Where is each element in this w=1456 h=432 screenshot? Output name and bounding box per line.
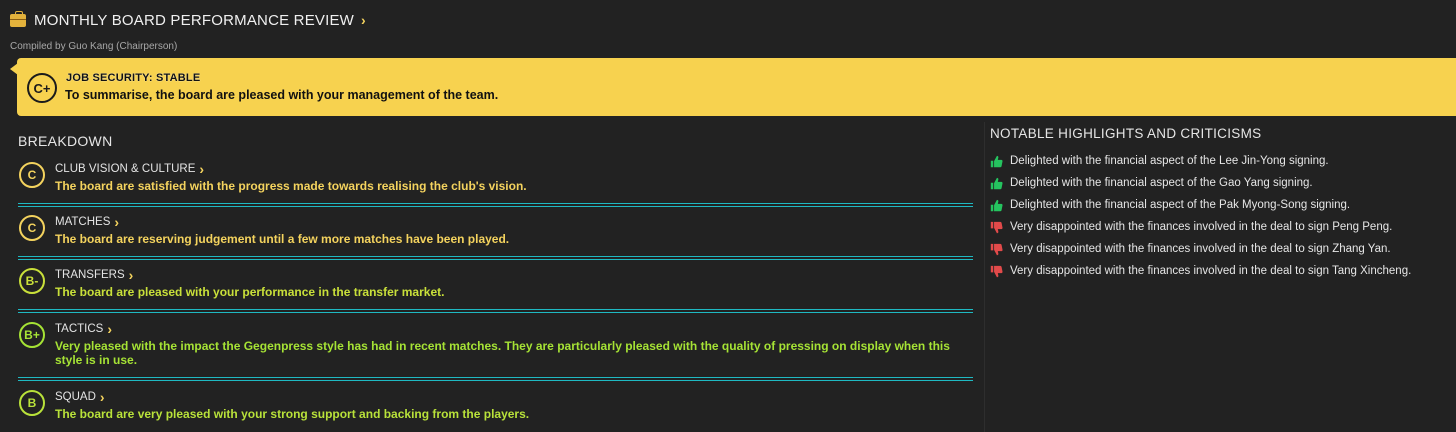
breakdown-item-matches: C MATCHES › The board are reserving judge… (18, 214, 973, 246)
breakdown-item-link[interactable]: CLUB VISION & CULTURE › (55, 161, 973, 177)
thumbs-up-icon (990, 199, 1003, 211)
highlight-item: Delighted with the financial aspect of t… (990, 194, 1456, 216)
chevron-right-icon: › (114, 214, 120, 230)
page-header: MONTHLY BOARD PERFORMANCE REVIEW › Compi… (10, 10, 366, 52)
grade-badge: B+ (19, 322, 45, 348)
highlight-text: Delighted with the financial aspect of t… (1010, 177, 1313, 189)
breakdown-panel: BREAKDOWN C CLUB VISION & CULTURE › The b… (18, 133, 973, 421)
grade-badge: B- (19, 268, 45, 294)
divider (18, 309, 973, 313)
highlight-item: Very disappointed with the finances invo… (990, 216, 1456, 238)
highlight-text: Very disappointed with the finances invo… (1010, 221, 1393, 233)
breakdown-item-name: MATCHES (55, 216, 111, 228)
breakdown-item-name: CLUB VISION & CULTURE (55, 163, 196, 175)
highlight-text: Delighted with the financial aspect of t… (1010, 155, 1329, 167)
breakdown-item-squad: B SQUAD › The board are very pleased with… (18, 389, 973, 421)
breakdown-item-tactics: B+ TACTICS › Very pleased with the impact… (18, 321, 973, 367)
breakdown-item-club-vision: C CLUB VISION & CULTURE › The board are s… (18, 161, 973, 193)
thumbs-up-icon (990, 155, 1003, 167)
breakdown-item-name: TACTICS (55, 323, 104, 335)
highlight-item: Very disappointed with the finances invo… (990, 238, 1456, 260)
breakdown-item-desc: The board are satisfied with the progres… (55, 179, 527, 193)
chevron-right-icon: › (128, 267, 134, 283)
breakdown-item-desc: The board are very pleased with your str… (55, 407, 530, 421)
thumbs-up-icon (990, 177, 1003, 189)
breakdown-item-desc: Very pleased with the impact the Gegenpr… (55, 339, 950, 367)
highlights-panel: NOTABLE HIGHLIGHTS AND CRITICISMS Deligh… (990, 126, 1456, 282)
highlights-list: Delighted with the financial aspect of t… (990, 150, 1456, 282)
column-separator (984, 122, 985, 432)
thumbs-down-icon (990, 265, 1003, 277)
highlight-text: Very disappointed with the finances invo… (1010, 243, 1391, 255)
highlights-title: NOTABLE HIGHLIGHTS AND CRITICISMS (990, 126, 1262, 141)
breakdown-item-desc: The board are pleased with your performa… (55, 285, 445, 299)
thumbs-down-icon (990, 243, 1003, 255)
highlight-item: Very disappointed with the finances invo… (990, 260, 1456, 282)
divider (18, 203, 973, 207)
grade-badge: C (19, 215, 45, 241)
divider (18, 377, 973, 381)
breakdown-item-name: SQUAD (55, 391, 96, 403)
job-security-status: JOB SECURITY: STABLE (66, 72, 201, 84)
page-title: MONTHLY BOARD PERFORMANCE REVIEW (34, 11, 355, 29)
board-summary: To summarise, the board are pleased with… (65, 88, 499, 102)
breakdown-item-transfers: B- TRANSFERS › The board are pleased with… (18, 267, 973, 299)
breakdown-item-link[interactable]: MATCHES › (55, 214, 973, 230)
highlight-item: Delighted with the financial aspect of t… (990, 150, 1456, 172)
highlight-item: Delighted with the financial aspect of t… (990, 172, 1456, 194)
breakdown-item-name: TRANSFERS (55, 269, 125, 281)
chevron-right-icon: › (199, 161, 205, 177)
highlight-text: Very disappointed with the finances invo… (1010, 265, 1412, 277)
chevron-right-icon: › (107, 321, 113, 337)
grade-badge: B (19, 390, 45, 416)
page-title-link[interactable]: MONTHLY BOARD PERFORMANCE REVIEW › (10, 10, 366, 30)
breakdown-item-link[interactable]: TACTICS › (55, 321, 973, 337)
job-security-banner: C+ JOB SECURITY: STABLE To summarise, th… (17, 58, 1456, 116)
breakdown-title: BREAKDOWN (18, 133, 113, 149)
highlight-text: Delighted with the financial aspect of t… (1010, 199, 1351, 211)
breakdown-item-link[interactable]: TRANSFERS › (55, 267, 973, 283)
overall-grade-badge: C+ (27, 73, 57, 103)
briefcase-icon (10, 10, 26, 27)
grade-badge: C (19, 162, 45, 188)
chevron-right-icon: › (361, 12, 366, 28)
page-subtitle: Compiled by Guo Kang (Chairperson) (10, 41, 178, 52)
breakdown-item-desc: The board are reserving judgement until … (55, 232, 510, 246)
thumbs-down-icon (990, 221, 1003, 233)
divider (18, 256, 973, 260)
chevron-right-icon: › (99, 389, 105, 405)
breakdown-item-link[interactable]: SQUAD › (55, 389, 973, 405)
